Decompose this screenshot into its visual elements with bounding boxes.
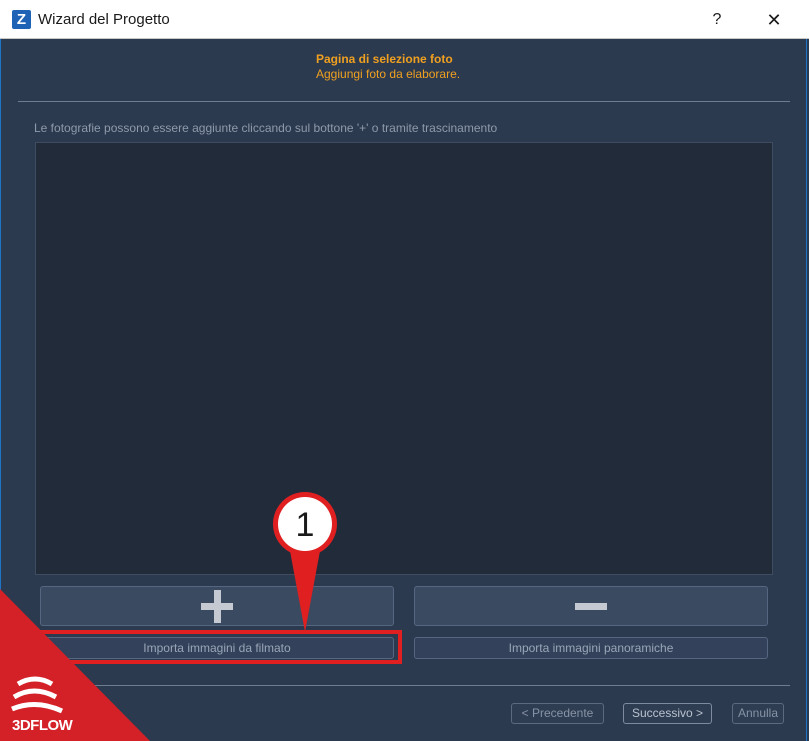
previous-button[interactable]: < Precedente (511, 703, 604, 724)
close-button[interactable]: ✕ (760, 7, 788, 33)
import-panoramic-button[interactable]: Importa immagini panoramiche (414, 637, 768, 659)
minus-icon (575, 603, 607, 610)
page-title: Pagina di selezione foto (316, 52, 453, 66)
photo-drop-area[interactable] (35, 142, 773, 575)
annotation-marker: 1 (273, 492, 337, 632)
app-logo-icon: Z (12, 10, 31, 29)
marker-number: 1 (296, 506, 315, 544)
page-subtitle: Aggiungi foto da elaborare. (316, 67, 461, 81)
header-divider (18, 101, 790, 102)
window-title: Wizard del Progetto (38, 11, 170, 28)
instructions-text: Le fotografie possono essere aggiunte cl… (34, 121, 498, 135)
help-button[interactable]: ? (703, 7, 731, 33)
remove-photos-button[interactable] (414, 586, 768, 626)
title-bar: Z Wizard del Progetto ? ✕ (0, 0, 809, 39)
next-button[interactable]: Successivo > (623, 703, 712, 724)
cancel-button[interactable]: Annulla (732, 703, 784, 724)
plus-icon-vertical (214, 590, 221, 623)
brand-name: 3DFLOW (12, 717, 73, 734)
